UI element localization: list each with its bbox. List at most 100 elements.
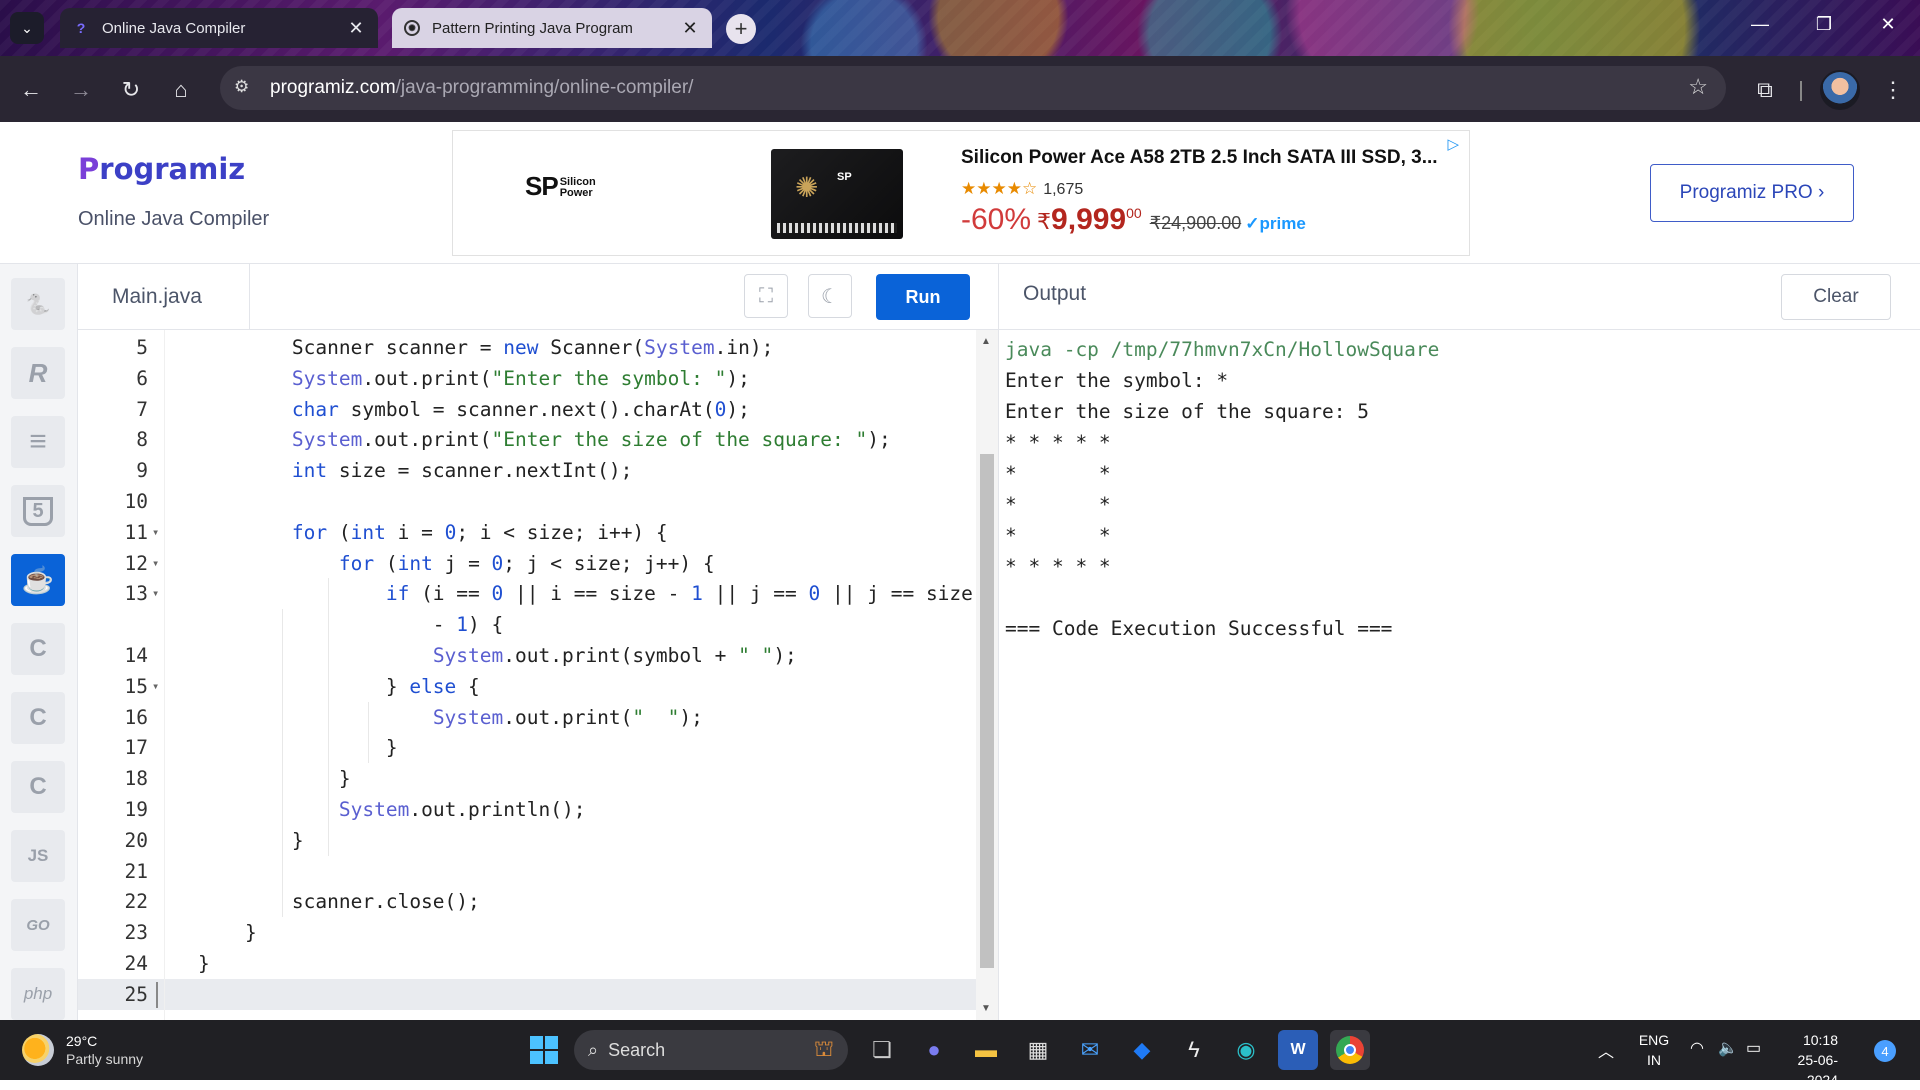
weather-widget[interactable]: 29°C Partly sunny bbox=[22, 1032, 143, 1068]
forward-icon[interactable]: → bbox=[64, 73, 98, 107]
indent-guide bbox=[368, 701, 369, 764]
tab-close-icon[interactable]: ✕ bbox=[680, 18, 700, 39]
address-toolbar: ← → ↻ ⌂ ⚙ programiz.com/java-programming… bbox=[0, 56, 1920, 122]
extensions-icon[interactable]: ⧉ bbox=[1748, 73, 1782, 107]
line-number: 8 bbox=[136, 428, 148, 452]
code-text: } else { bbox=[198, 674, 480, 698]
code-text: for (int i = 0; i < size; i++) { bbox=[291, 520, 668, 544]
fold-arrow-icon[interactable]: ▾ bbox=[152, 548, 159, 579]
microsoft-store-icon[interactable]: ▦ bbox=[1018, 1030, 1058, 1070]
scroll-up-icon[interactable]: ▲ bbox=[981, 336, 991, 347]
file-tab-main-java[interactable]: Main.java bbox=[78, 264, 250, 330]
new-tab-button[interactable]: + bbox=[726, 14, 756, 44]
code-text: System.out.print("Enter the size of the … bbox=[291, 428, 891, 452]
python-icon[interactable]: 🐍 bbox=[11, 278, 65, 330]
javascript-icon[interactable]: JS bbox=[11, 830, 65, 882]
task-view-icon[interactable]: ❏ bbox=[862, 1030, 902, 1070]
line-number: 6 bbox=[136, 366, 148, 390]
battery-icon[interactable]: ▭ bbox=[1746, 1038, 1761, 1058]
url-bar[interactable]: ⚙ programiz.com/java-programming/online-… bbox=[220, 66, 1726, 110]
gutter-divider bbox=[164, 330, 165, 1020]
dropbox-icon[interactable]: ◆ bbox=[1122, 1030, 1162, 1070]
tab-online-java-compiler[interactable]: ? Online Java Compiler ✕ bbox=[60, 8, 378, 48]
code-text: if (i == 0 || i == size - 1 || j == 0 ||… bbox=[385, 582, 973, 606]
scroll-down-icon[interactable]: ▼ bbox=[981, 1003, 991, 1014]
language-indicator[interactable]: ENG IN bbox=[1636, 1030, 1672, 1070]
output-line: * * bbox=[1005, 462, 1123, 485]
code-text: } bbox=[198, 952, 210, 975]
show-hidden-icons-icon[interactable]: ︿ bbox=[1598, 1038, 1614, 1062]
programiz-pro-button[interactable]: Programiz PRO › bbox=[1650, 164, 1854, 222]
code-text: System.out.print("Enter the symbol: "); bbox=[291, 366, 750, 390]
go-icon[interactable]: GO bbox=[11, 899, 65, 951]
java-icon[interactable]: ☕ bbox=[11, 554, 65, 606]
code-text: - 1) { bbox=[432, 613, 504, 637]
scrollbar-thumb[interactable] bbox=[980, 454, 994, 968]
bookmark-star-icon[interactable]: ☆ bbox=[1688, 74, 1708, 100]
restore-icon[interactable]: ❐ bbox=[1804, 14, 1844, 42]
volume-muted-icon[interactable]: 🔈 bbox=[1718, 1038, 1738, 1058]
word-icon[interactable]: W bbox=[1278, 1030, 1318, 1070]
programiz-favicon-icon: ? bbox=[76, 20, 86, 36]
run-button[interactable]: Run bbox=[876, 274, 970, 320]
teams-icon[interactable]: ● bbox=[914, 1030, 954, 1070]
discount: -60% bbox=[961, 203, 1032, 236]
back-icon[interactable]: ← bbox=[14, 73, 48, 107]
csharp-icon[interactable]: C bbox=[11, 761, 65, 813]
site-info-icon[interactable]: ⚙ bbox=[234, 77, 249, 97]
sql-icon[interactable]: ≡ bbox=[11, 416, 65, 468]
tab-pattern-printing[interactable]: ✺ Pattern Printing Java Program ✕ bbox=[392, 8, 712, 48]
reload-icon[interactable]: ↻ bbox=[114, 73, 148, 107]
php-icon[interactable]: php bbox=[11, 968, 65, 1020]
code-text: for (int j = 0; j < size; j++) { bbox=[338, 551, 715, 575]
adchoices-icon[interactable]: ▷ bbox=[1447, 135, 1459, 153]
taskbar-search[interactable]: ⌕ Search ⛫ bbox=[574, 1030, 848, 1070]
line-number: 9 bbox=[136, 459, 148, 483]
fullscreen-icon[interactable]: ⛶ bbox=[744, 274, 788, 318]
line-number: 20 bbox=[124, 828, 148, 852]
fold-arrow-icon[interactable]: ▾ bbox=[152, 578, 159, 609]
chrome-icon[interactable] bbox=[1330, 1030, 1370, 1070]
notification-badge[interactable]: 4 bbox=[1874, 1040, 1896, 1062]
close-icon[interactable]: ✕ bbox=[1868, 14, 1908, 42]
windows-start-icon[interactable] bbox=[524, 1030, 564, 1070]
html-icon[interactable]: 5 bbox=[11, 485, 65, 537]
clear-button[interactable]: Clear bbox=[1781, 274, 1891, 320]
rating-stars-icon: ★★★★☆ bbox=[961, 179, 1038, 198]
cpp-icon[interactable]: C bbox=[11, 692, 65, 744]
editor-scrollbar[interactable]: ▲ ▼ bbox=[976, 330, 998, 1020]
menu-icon[interactable]: ⋮ bbox=[1876, 73, 1910, 107]
code-text: } bbox=[198, 828, 304, 852]
programiz-logo[interactable]: Programiz bbox=[78, 152, 245, 186]
output-toolbar: Output Clear bbox=[998, 264, 1920, 330]
advertisement-banner[interactable]: SP Silicon Power ✺ SP Silicon Power Ace A… bbox=[452, 130, 1470, 256]
ad-price: -60% ₹9,99900 ₹24,900.00 ✓prime bbox=[961, 203, 1306, 236]
app-icon[interactable]: ϟ bbox=[1174, 1030, 1214, 1070]
edge-icon[interactable]: ◉ bbox=[1226, 1030, 1266, 1070]
text-caret bbox=[156, 981, 158, 1008]
home-icon[interactable]: ⌂ bbox=[164, 73, 198, 107]
code-text: System.out.print(symbol + " "); bbox=[432, 644, 797, 667]
fold-arrow-icon[interactable]: ▾ bbox=[152, 517, 159, 548]
minimize-icon[interactable]: — bbox=[1740, 14, 1780, 42]
dark-mode-icon[interactable]: ☾ bbox=[808, 274, 852, 318]
clock[interactable]: 10:18 25-06-2024 bbox=[1782, 1030, 1838, 1090]
tab-search-icon[interactable]: ⌄ bbox=[10, 12, 44, 44]
r-icon[interactable]: R bbox=[11, 347, 65, 399]
tab-close-icon[interactable]: ✕ bbox=[346, 18, 366, 39]
windows-taskbar: 29°C Partly sunny ⌕ Search ⛫ ❏ ● ▬ ▦ ✉ ◆ ϟ … bbox=[0, 1020, 1920, 1088]
c-icon[interactable]: C bbox=[11, 623, 65, 675]
output-title: Output bbox=[1023, 282, 1087, 305]
wifi-icon[interactable]: ◠ bbox=[1690, 1038, 1704, 1058]
indent-guide bbox=[282, 609, 283, 918]
partly-sunny-icon bbox=[22, 1034, 54, 1066]
ssd-brand-mark: SP bbox=[837, 171, 852, 183]
rating-count: 1,675 bbox=[1043, 181, 1084, 198]
mail-icon[interactable]: ✉ bbox=[1070, 1030, 1110, 1070]
profile-avatar[interactable] bbox=[1820, 70, 1860, 110]
line-number: 19 bbox=[124, 798, 148, 821]
file-explorer-icon[interactable]: ▬ bbox=[966, 1030, 1006, 1070]
code-editor[interactable]: 5 Scanner scanner = new Scanner(System.i… bbox=[78, 330, 976, 1020]
fold-arrow-icon[interactable]: ▾ bbox=[152, 671, 159, 702]
